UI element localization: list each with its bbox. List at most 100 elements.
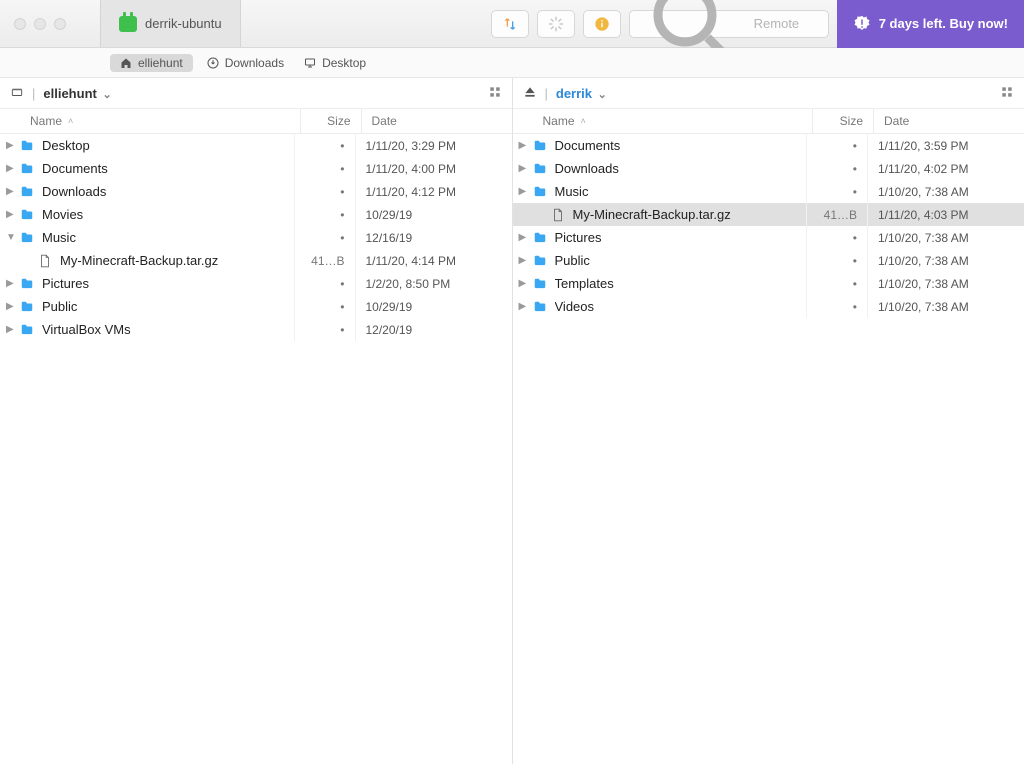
- folder-row[interactable]: ▶Pictures•1/10/20, 7:38 AM: [513, 226, 1024, 249]
- file-icon: [36, 253, 54, 269]
- item-date: 1/10/20, 7:38 AM: [868, 254, 1018, 268]
- local-path-button[interactable]: elliehunt ⌄: [43, 86, 111, 101]
- folder-row[interactable]: ▶Downloads•1/11/20, 4:12 PM: [0, 180, 512, 203]
- disclosure-closed-icon[interactable]: ▶: [6, 186, 18, 197]
- disclosure-closed-icon[interactable]: ▶: [519, 255, 531, 266]
- item-size: •: [295, 185, 355, 199]
- minimize-window-button[interactable]: [34, 18, 46, 30]
- favorite-home[interactable]: elliehunt: [110, 54, 193, 72]
- remote-path-button[interactable]: derrik ⌄: [556, 86, 607, 101]
- folder-icon: [18, 322, 36, 338]
- folder-icon: [531, 184, 549, 200]
- local-view-toggle[interactable]: [488, 85, 502, 102]
- item-date: 1/11/20, 4:02 PM: [868, 162, 1018, 176]
- item-date: 1/10/20, 7:38 AM: [868, 277, 1018, 291]
- activity-button[interactable]: [537, 10, 575, 38]
- item-size: •: [807, 185, 867, 199]
- alert-badge-icon: [853, 15, 871, 33]
- search-field[interactable]: [629, 10, 829, 38]
- disclosure-closed-icon[interactable]: ▶: [519, 301, 531, 312]
- item-date: 1/11/20, 4:03 PM: [868, 208, 1018, 222]
- transfer-button[interactable]: [491, 10, 529, 38]
- folder-row[interactable]: ▶Music•1/10/20, 7:38 AM: [513, 180, 1024, 203]
- zoom-window-button[interactable]: [54, 18, 66, 30]
- item-size: •: [807, 300, 867, 314]
- folder-icon: [18, 207, 36, 223]
- folder-row[interactable]: ▶Movies•10/29/19: [0, 203, 512, 226]
- folder-row[interactable]: ▼Music•12/16/19: [0, 226, 512, 249]
- folder-icon: [18, 138, 36, 154]
- folder-row[interactable]: ▶Downloads•1/11/20, 4:02 PM: [513, 157, 1024, 180]
- item-size: •: [295, 323, 355, 337]
- folder-row[interactable]: ▶Pictures•1/2/20, 8:50 PM: [0, 272, 512, 295]
- disclosure-closed-icon[interactable]: ▶: [519, 186, 531, 197]
- disclosure-closed-icon[interactable]: ▶: [6, 140, 18, 151]
- eject-icon[interactable]: [523, 85, 537, 102]
- favorite-desktop-label: Desktop: [322, 56, 366, 70]
- folder-row[interactable]: ▶Templates•1/10/20, 7:38 AM: [513, 272, 1024, 295]
- item-date: 1/2/20, 8:50 PM: [356, 277, 506, 291]
- folder-icon: [18, 161, 36, 177]
- local-pane: | elliehunt ⌄ Name˄ Size Date ▶Desktop•1…: [0, 78, 512, 764]
- item-size: •: [807, 231, 867, 245]
- folder-icon: [18, 276, 36, 292]
- close-window-button[interactable]: [14, 18, 26, 30]
- remote-file-list[interactable]: ▶Documents•1/11/20, 3:59 PM▶Downloads•1/…: [513, 134, 1024, 764]
- item-date: 10/29/19: [356, 208, 506, 222]
- col-date[interactable]: Date: [874, 114, 1024, 128]
- buy-now-banner[interactable]: 7 days left. Buy now!: [837, 0, 1024, 48]
- dual-pane: | elliehunt ⌄ Name˄ Size Date ▶Desktop•1…: [0, 78, 1024, 764]
- folder-row[interactable]: ▶Public•1/10/20, 7:38 AM: [513, 249, 1024, 272]
- folder-icon: [531, 276, 549, 292]
- search-input[interactable]: [754, 16, 818, 31]
- remote-pane: | derrik ⌄ Name˄ Size Date ▶Documents•1/…: [512, 78, 1024, 764]
- item-size: •: [295, 300, 355, 314]
- col-date[interactable]: Date: [362, 114, 512, 128]
- file-row[interactable]: ▶My-Minecraft-Backup.tar.gz41…B1/11/20, …: [513, 203, 1024, 226]
- item-name: Public: [42, 299, 294, 314]
- col-size[interactable]: Size: [301, 114, 361, 128]
- favorite-downloads-label: Downloads: [225, 56, 284, 70]
- chevron-down-icon: ⌄: [598, 89, 607, 101]
- item-name: Pictures: [42, 276, 294, 291]
- item-size: •: [295, 162, 355, 176]
- toolbar: [491, 10, 837, 38]
- desktop-icon: [304, 57, 316, 69]
- col-name[interactable]: Name˄: [0, 114, 300, 128]
- disclosure-closed-icon[interactable]: ▶: [519, 140, 531, 151]
- disclosure-closed-icon[interactable]: ▶: [6, 301, 18, 312]
- info-button[interactable]: [583, 10, 621, 38]
- favorite-downloads[interactable]: Downloads: [201, 54, 290, 72]
- disclosure-closed-icon[interactable]: ▶: [519, 278, 531, 289]
- connection-tab[interactable]: derrik-ubuntu: [100, 0, 241, 47]
- sort-asc-icon: ˄: [68, 116, 73, 126]
- folder-row[interactable]: ▶Public•10/29/19: [0, 295, 512, 318]
- item-size: •: [807, 162, 867, 176]
- item-size: •: [807, 139, 867, 153]
- item-date: 1/11/20, 3:59 PM: [868, 139, 1018, 153]
- folder-row[interactable]: ▶Documents•1/11/20, 3:59 PM: [513, 134, 1024, 157]
- file-row[interactable]: ▶My-Minecraft-Backup.tar.gz41…B1/11/20, …: [0, 249, 512, 272]
- info-icon: [594, 16, 610, 32]
- favorite-desktop[interactable]: Desktop: [298, 54, 372, 72]
- disclosure-closed-icon[interactable]: ▶: [6, 278, 18, 289]
- chevron-down-icon: ⌄: [102, 89, 111, 101]
- remote-view-toggle[interactable]: [1000, 85, 1014, 102]
- disclosure-closed-icon[interactable]: ▶: [6, 163, 18, 174]
- folder-row[interactable]: ▶Videos•1/10/20, 7:38 AM: [513, 295, 1024, 318]
- col-size[interactable]: Size: [813, 114, 873, 128]
- local-file-list[interactable]: ▶Desktop•1/11/20, 3:29 PM▶Documents•1/11…: [0, 134, 512, 764]
- connection-plug-icon: [119, 16, 137, 32]
- col-name[interactable]: Name˄: [513, 114, 813, 128]
- disclosure-closed-icon[interactable]: ▶: [519, 232, 531, 243]
- folder-row[interactable]: ▶Documents•1/11/20, 4:00 PM: [0, 157, 512, 180]
- folder-row[interactable]: ▶VirtualBox VMs•12/20/19: [0, 318, 512, 341]
- folder-row[interactable]: ▶Desktop•1/11/20, 3:29 PM: [0, 134, 512, 157]
- item-name: VirtualBox VMs: [42, 322, 294, 337]
- disclosure-open-icon[interactable]: ▼: [6, 232, 18, 243]
- disclosure-closed-icon[interactable]: ▶: [6, 324, 18, 335]
- disclosure-closed-icon[interactable]: ▶: [519, 163, 531, 174]
- download-icon: [207, 57, 219, 69]
- disclosure-closed-icon[interactable]: ▶: [6, 209, 18, 220]
- item-date: 1/10/20, 7:38 AM: [868, 231, 1018, 245]
